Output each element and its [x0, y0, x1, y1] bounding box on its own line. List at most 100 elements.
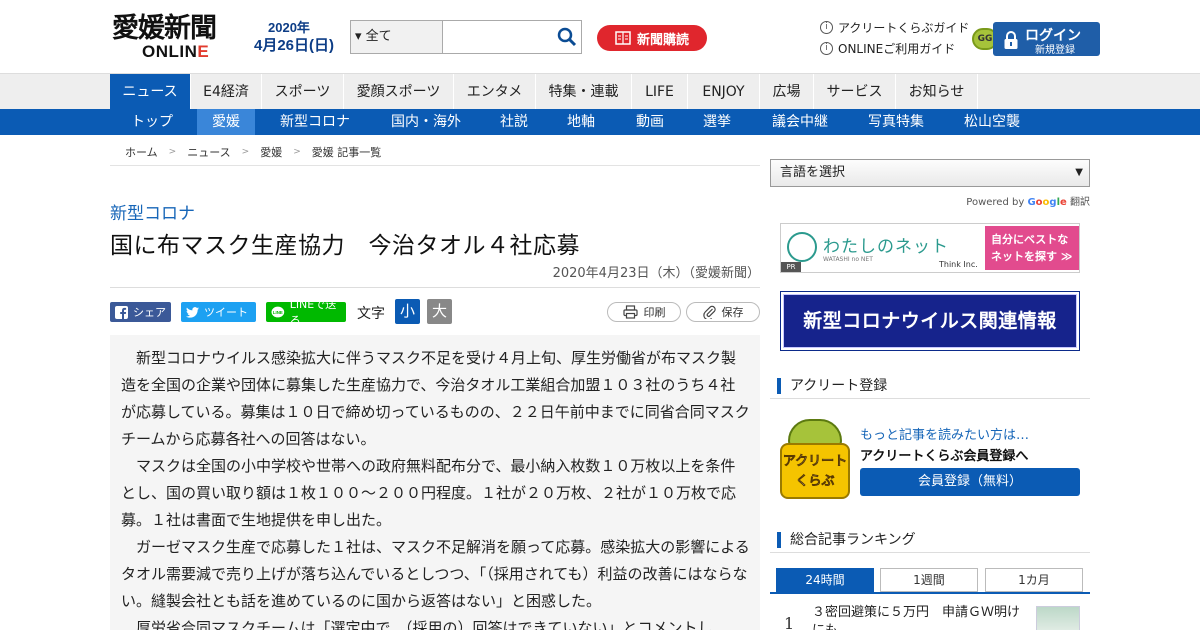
ad-cta: 自分にベストな ネットを探す ≫	[985, 226, 1079, 270]
language-select[interactable]: 言語を選択 ▼	[770, 159, 1090, 187]
nav-notice[interactable]: お知らせ	[896, 74, 978, 110]
google-logo: Google	[1027, 197, 1067, 208]
article-paragraph: ガーゼマスク生産で応募した１社は、マスク不足解消を願って応募。感染拡大の影響によ…	[121, 538, 750, 610]
search-icon	[557, 27, 577, 47]
breadcrumb-home[interactable]: ホーム	[125, 144, 158, 165]
search-input[interactable]	[443, 21, 553, 53]
logo-online: ONLINE	[142, 42, 210, 61]
heading-bar	[777, 532, 781, 548]
breadcrumb-ehime-list[interactable]: 愛媛 記事一覧	[312, 144, 382, 165]
subnav-ehime[interactable]: 愛媛	[197, 109, 255, 135]
font-large-button[interactable]: 大	[427, 299, 452, 324]
sub-nav: トップ 愛媛 新型コロナ 国内・海外 社説 地軸 動画 選挙 議会中継 写真特集…	[0, 109, 1200, 135]
google-translate-credit: Powered by Google 翻訳	[966, 197, 1090, 208]
divider	[110, 287, 760, 288]
tab-1month[interactable]: 1カ月	[985, 568, 1083, 592]
font-small-button[interactable]: 小	[395, 299, 420, 324]
subnav-domestic-intl[interactable]: 国内・海外	[378, 109, 474, 135]
heading-bar	[777, 378, 781, 394]
subscribe-button[interactable]: 新聞購読	[597, 25, 707, 51]
search-button[interactable]	[553, 21, 581, 53]
member-register-button[interactable]: 会員登録（無料）	[860, 468, 1080, 496]
online-guide-link[interactable]: i ONLINEご利用ガイド	[820, 40, 955, 57]
main-nav: ニュース E4経済 スポーツ 愛顔スポーツ エンタメ 特集・連載 LIFE EN…	[0, 73, 1200, 110]
paperclip-icon	[702, 305, 716, 319]
pr-badge: PR	[781, 262, 801, 272]
rank-thumbnail	[1036, 606, 1080, 630]
ranking-tabs: 24時間 1週間 1カ月	[776, 568, 1086, 592]
ad-watashi-no-net[interactable]: わたしのネット WATASHI no NET Think Inc. 自分にベスト…	[780, 223, 1080, 273]
article-body: 新型コロナウイルス感染拡大に伴うマスク不足を受け４月上旬、厚生労働省が布マスク製…	[110, 335, 760, 630]
facebook-icon	[115, 305, 128, 319]
nav-sports[interactable]: スポーツ	[262, 74, 344, 110]
member-cta[interactable]: アクリートくらぶ会員登録へ	[860, 445, 1028, 464]
subnav-top[interactable]: トップ	[110, 109, 194, 135]
login-button[interactable]: ログイン 新規登録	[993, 22, 1100, 56]
subnav-video[interactable]: 動画	[623, 109, 677, 135]
subnav-election[interactable]: 選挙	[692, 109, 742, 135]
nav-features[interactable]: 特集・連載	[536, 74, 632, 110]
acrete-mascot-logo: アクリートくらぶ	[780, 419, 850, 499]
printer-icon	[622, 305, 638, 319]
member-lead[interactable]: もっと記事を読みたい方は…	[860, 424, 1029, 443]
article-paragraph: 厚労省合同マスクチームは「選定中で、（採用の）回答はできていない」とコメントし	[136, 619, 713, 630]
search-box: ▾ 全て	[350, 20, 582, 54]
breadcrumb: ホーム > ニュース > 愛媛 > 愛媛 記事一覧	[110, 144, 760, 166]
nav-service[interactable]: サービス	[814, 74, 896, 110]
save-button[interactable]: 保存	[686, 302, 760, 322]
member-register-box: アクリートくらぶ もっと記事を読みたい方は… アクリートくらぶ会員登録へ 会員登…	[770, 414, 1090, 506]
twitter-icon	[186, 306, 199, 318]
subnav-matsuyama-raid[interactable]: 松山空襲	[952, 109, 1032, 135]
tab-24h[interactable]: 24時間	[776, 568, 874, 592]
info-icon: i	[820, 21, 833, 34]
breadcrumb-separator: >	[293, 147, 301, 157]
ranking-heading: 総合記事ランキング	[770, 527, 1090, 553]
acrete-register-heading: アクリート登録	[770, 373, 1090, 399]
print-button[interactable]: 印刷	[607, 302, 681, 322]
ad-company: Think Inc.	[939, 260, 978, 269]
nav-news[interactable]: ニュース	[110, 74, 191, 110]
rank-number: 1	[784, 614, 795, 630]
nav-entame[interactable]: エンタメ	[454, 74, 536, 110]
twitter-share-button[interactable]: ツイート	[181, 302, 256, 322]
svg-text:LINE: LINE	[273, 309, 283, 314]
breadcrumb-news[interactable]: ニュース	[187, 144, 230, 165]
subnav-chijiku[interactable]: 地軸	[556, 109, 606, 135]
subnav-assembly[interactable]: 議会中継	[760, 109, 840, 135]
nav-e4-economy[interactable]: E4経済	[191, 74, 262, 110]
mascot-text: アクリートくらぶ	[780, 443, 850, 499]
ad-brand: わたしのネット	[823, 237, 949, 257]
article-byline: 2020年4月23日（木）（愛媛新聞）	[552, 266, 760, 281]
nav-life[interactable]: LIFE	[632, 74, 688, 110]
article-paragraph: マスクは全国の小中学校や世帯への政府無料配布分で、最小納入枚数１０万枚以上を条件…	[121, 457, 737, 529]
chevron-down-icon: ▼	[1075, 167, 1083, 178]
lock-icon	[1004, 31, 1018, 49]
acrete-guide-link[interactable]: i アクリートくらぶガイド	[820, 19, 969, 36]
rank-title[interactable]: ３密回避策に５万円 申請ＧＷ明けにも	[812, 604, 1032, 630]
site-logo[interactable]: 愛媛新聞 ONLINE	[112, 14, 240, 62]
ad-brand-sub: WATASHI no NET	[823, 256, 873, 263]
line-icon: LINE	[271, 306, 285, 317]
tab-1week[interactable]: 1週間	[880, 568, 978, 592]
subnav-editorial[interactable]: 社説	[489, 109, 539, 135]
corona-info-banner[interactable]: 新型コロナウイルス関連情報	[780, 291, 1080, 351]
article-paragraph: 新型コロナウイルス感染拡大に伴うマスク不足を受け４月上旬、厚生労働省が布マスク製…	[121, 349, 750, 448]
nav-plaza[interactable]: 広場	[760, 74, 814, 110]
nav-enjoy[interactable]: ENJOY	[688, 74, 760, 110]
ranking-item[interactable]: 1 ３密回避策に５万円 申請ＧＷ明けにも	[770, 594, 1090, 630]
site-header: 愛媛新聞 ONLINE 2020年 4月26日(日) ▾ 全て 新聞購読 i ア…	[0, 0, 1200, 73]
date-day: 4月26日(日)	[254, 37, 335, 54]
nav-egao-sports[interactable]: 愛顔スポーツ	[344, 74, 454, 110]
article-category[interactable]: 新型コロナ	[110, 199, 195, 224]
info-icon: i	[820, 42, 833, 55]
facebook-share-button[interactable]: シェア	[110, 302, 171, 322]
search-scope-select[interactable]: ▾ 全て	[351, 21, 443, 53]
breadcrumb-separator: >	[168, 147, 177, 157]
ad-logo-icon	[787, 232, 817, 262]
breadcrumb-ehime[interactable]: 愛媛	[260, 144, 282, 165]
subnav-corona[interactable]: 新型コロナ	[270, 109, 360, 135]
article-title: 国に布マスク生産協力 今治タオル４社応募	[110, 233, 580, 259]
line-share-button[interactable]: LINE LINEで送る	[266, 298, 346, 327]
subnav-photo[interactable]: 写真特集	[856, 109, 936, 135]
font-size-label: 文字	[357, 306, 385, 322]
